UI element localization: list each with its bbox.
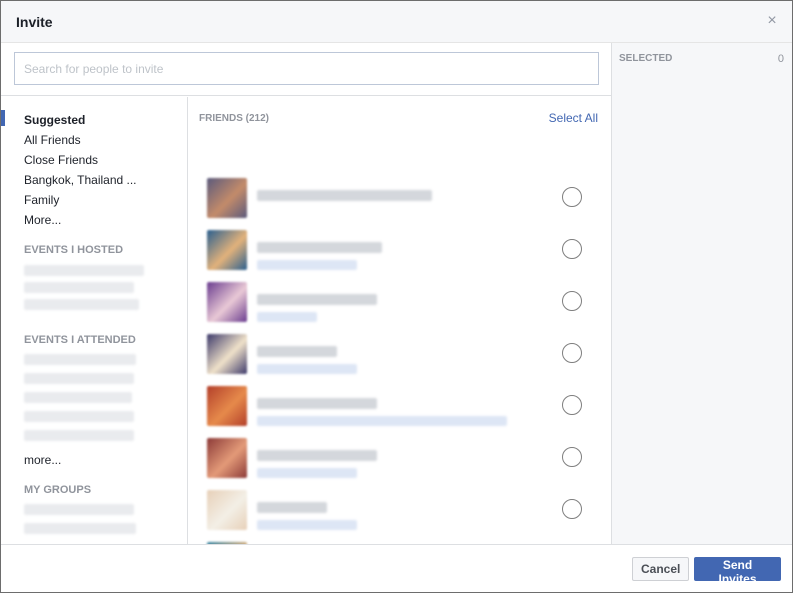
friend-subtitle [257,312,317,322]
friend-name [257,294,377,305]
friend-row[interactable] [199,282,599,334]
send-invites-button[interactable]: Send Invites [694,557,781,586]
blurred-event-item[interactable] [24,411,134,422]
dialog-title: Invite [16,14,53,30]
friend-select-radio[interactable] [562,343,582,363]
friend-select-radio[interactable] [562,499,582,519]
select-all-link[interactable]: Select All [549,111,598,125]
friends-list: FRIENDS (212) Select All [189,97,611,544]
friend-row[interactable] [199,438,599,490]
friend-avatar [207,386,247,426]
events-attended-heading: EVENTS I ATTENDED [24,334,136,346]
friend-avatar [207,438,247,478]
friend-name [257,398,377,409]
friend-avatar [207,334,247,374]
nav-item-suggested[interactable]: Suggested [24,113,85,127]
nav-item-family[interactable]: Family [24,193,59,207]
dialog-header: Invite × [1,1,792,43]
events-attended-more-link[interactable]: more... [24,453,61,467]
friend-row[interactable] [199,230,599,282]
friend-subtitle [257,468,357,478]
friend-name [257,190,432,201]
friend-avatar [207,490,247,530]
friend-subtitle [257,260,357,270]
friend-list-nav: Suggested All Friends Close Friends Bang… [1,97,188,544]
friend-select-radio[interactable] [562,187,582,207]
friend-name [257,242,382,253]
nav-item-all-friends[interactable]: All Friends [24,133,81,147]
nav-item-more[interactable]: More... [24,213,61,227]
friend-row[interactable] [199,178,599,230]
dialog-footer: Cancel Send Invites [1,544,792,592]
cancel-button[interactable]: Cancel [632,557,689,581]
selected-panel: SELECTED 0 [611,43,792,544]
close-icon[interactable]: × [764,13,780,29]
search-bar [1,43,611,96]
friend-row[interactable] [199,334,599,386]
events-hosted-heading: EVENTS I HOSTED [24,244,124,256]
my-groups-heading: MY GROUPS [24,484,92,496]
blurred-group-item[interactable] [24,523,136,534]
selected-count: 0 [777,53,784,65]
friend-name [257,450,377,461]
friend-subtitle [257,364,357,374]
blurred-group-item[interactable] [24,504,134,515]
nav-item-bangkok[interactable]: Bangkok, Thailand ... [24,173,137,187]
friend-name [257,346,337,357]
friend-select-radio[interactable] [562,239,582,259]
active-nav-marker [1,110,5,126]
invite-picker: Suggested All Friends Close Friends Bang… [1,43,611,544]
selected-label: SELECTED [619,53,673,64]
blurred-event-item[interactable] [24,299,139,310]
friend-select-radio[interactable] [562,447,582,467]
blurred-event-item[interactable] [24,392,132,403]
friend-select-radio[interactable] [562,291,582,311]
friend-row[interactable] [199,386,599,438]
friend-avatar [207,282,247,322]
search-input[interactable] [14,52,599,85]
blurred-event-item[interactable] [24,265,144,276]
friend-row[interactable] [199,490,599,542]
friend-subtitle [257,416,507,426]
blurred-event-item[interactable] [24,430,134,441]
friends-heading: FRIENDS (212) [199,113,270,124]
friend-select-radio[interactable] [562,395,582,415]
blurred-event-item[interactable] [24,373,134,384]
nav-item-close-friends[interactable]: Close Friends [24,153,98,167]
friend-avatar [207,230,247,270]
friend-subtitle [257,520,357,530]
invite-dialog: Invite × Suggested All Friends Close Fri… [0,0,793,593]
blurred-event-item[interactable] [24,282,134,293]
friend-name [257,502,327,513]
friend-avatar [207,178,247,218]
blurred-event-item[interactable] [24,354,136,365]
